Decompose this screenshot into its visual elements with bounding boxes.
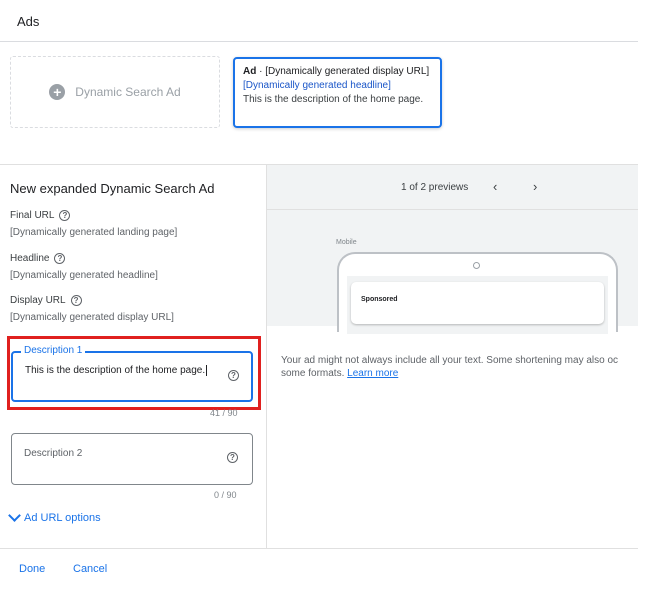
ad-badge: Ad	[243, 66, 257, 77]
editor-title: New expanded Dynamic Search Ad	[10, 181, 215, 196]
ad-separator: ·	[256, 66, 266, 77]
description-1-counter: 41 / 90	[210, 408, 238, 418]
ad-description: This is the description of the home page…	[243, 94, 424, 105]
sponsored-label: Sponsored	[361, 296, 398, 303]
headline-label-text: Headline	[10, 253, 50, 264]
new-ad-label: Dynamic Search Ad	[75, 85, 181, 99]
ad-display-url-line: Ad · [Dynamically generated display URL]	[243, 65, 432, 79]
headline-value: [Dynamically generated headline]	[10, 270, 158, 281]
page-title: Ads	[17, 14, 40, 29]
device-label: Mobile	[336, 239, 357, 246]
new-dynamic-search-ad-button[interactable]: + Dynamic Search Ad	[10, 56, 220, 128]
ad-preview-card[interactable]: Ad · [Dynamically generated display URL]…	[233, 57, 442, 128]
final-url-value: [Dynamically generated landing page]	[10, 227, 178, 238]
ad-url-options-label: Ad URL options	[24, 511, 101, 524]
ad-display-url: [Dynamically generated display URL]	[265, 66, 430, 77]
page-header: Ads	[0, 0, 638, 42]
disclaimer-line-2-text: some formats.	[281, 368, 348, 379]
help-icon[interactable]: ?	[228, 370, 239, 381]
chevron-down-icon	[8, 509, 21, 522]
description-1-value: This is the description of the home page…	[25, 365, 208, 376]
help-icon[interactable]: ?	[227, 452, 238, 463]
preview-toolbar: 1 of 2 previews ‹ ›	[267, 165, 638, 210]
preview-area: Mobile Sponsored	[267, 210, 638, 334]
phone-screen: Sponsored	[347, 276, 608, 334]
sponsored-result-card: Sponsored	[351, 282, 604, 324]
preview-count: 1 of 2 previews	[401, 182, 469, 193]
phone-frame: Sponsored	[337, 252, 618, 334]
headline-label: Headline ?	[10, 253, 66, 264]
disclaimer-line-1: Your ad might not always include all you…	[281, 355, 619, 366]
plus-icon: +	[49, 84, 66, 100]
description-2-input[interactable]: Description 2 ?	[11, 433, 253, 485]
help-icon[interactable]: ?	[54, 253, 66, 264]
learn-more-link[interactable]: Learn more	[347, 368, 398, 379]
cancel-button[interactable]: Cancel	[73, 563, 107, 575]
description-2-counter: 0 / 90	[214, 490, 237, 500]
description-1-input[interactable]: Description 1 This is the description of…	[11, 345, 253, 402]
camera-icon	[473, 262, 480, 269]
footer-divider	[0, 548, 638, 549]
display-url-label: Display URL ?	[10, 295, 82, 306]
help-icon[interactable]: ?	[70, 295, 82, 306]
preview-panel: 1 of 2 previews ‹ › Mobile Sponsored You…	[266, 165, 638, 548]
ad-headline: [Dynamically generated headline]	[243, 80, 391, 91]
preview-disclaimer: Your ad might not always include all you…	[281, 354, 638, 380]
final-url-label: Final URL ?	[10, 210, 71, 221]
description-2-label: Description 2	[24, 448, 83, 459]
done-button[interactable]: Done	[19, 563, 45, 575]
disclaimer-line-2: some formats. Learn more	[281, 367, 638, 380]
display-url-value: [Dynamically generated display URL]	[10, 312, 174, 323]
final-url-label-text: Final URL	[10, 210, 55, 221]
description-1-label: Description 1	[21, 345, 86, 356]
help-icon[interactable]: ?	[59, 210, 71, 221]
display-url-label-text: Display URL	[10, 295, 66, 306]
next-preview-button[interactable]: ›	[533, 179, 537, 194]
previous-preview-button[interactable]: ‹	[493, 179, 497, 194]
ad-url-options-toggle[interactable]: Ad URL options	[8, 509, 101, 524]
